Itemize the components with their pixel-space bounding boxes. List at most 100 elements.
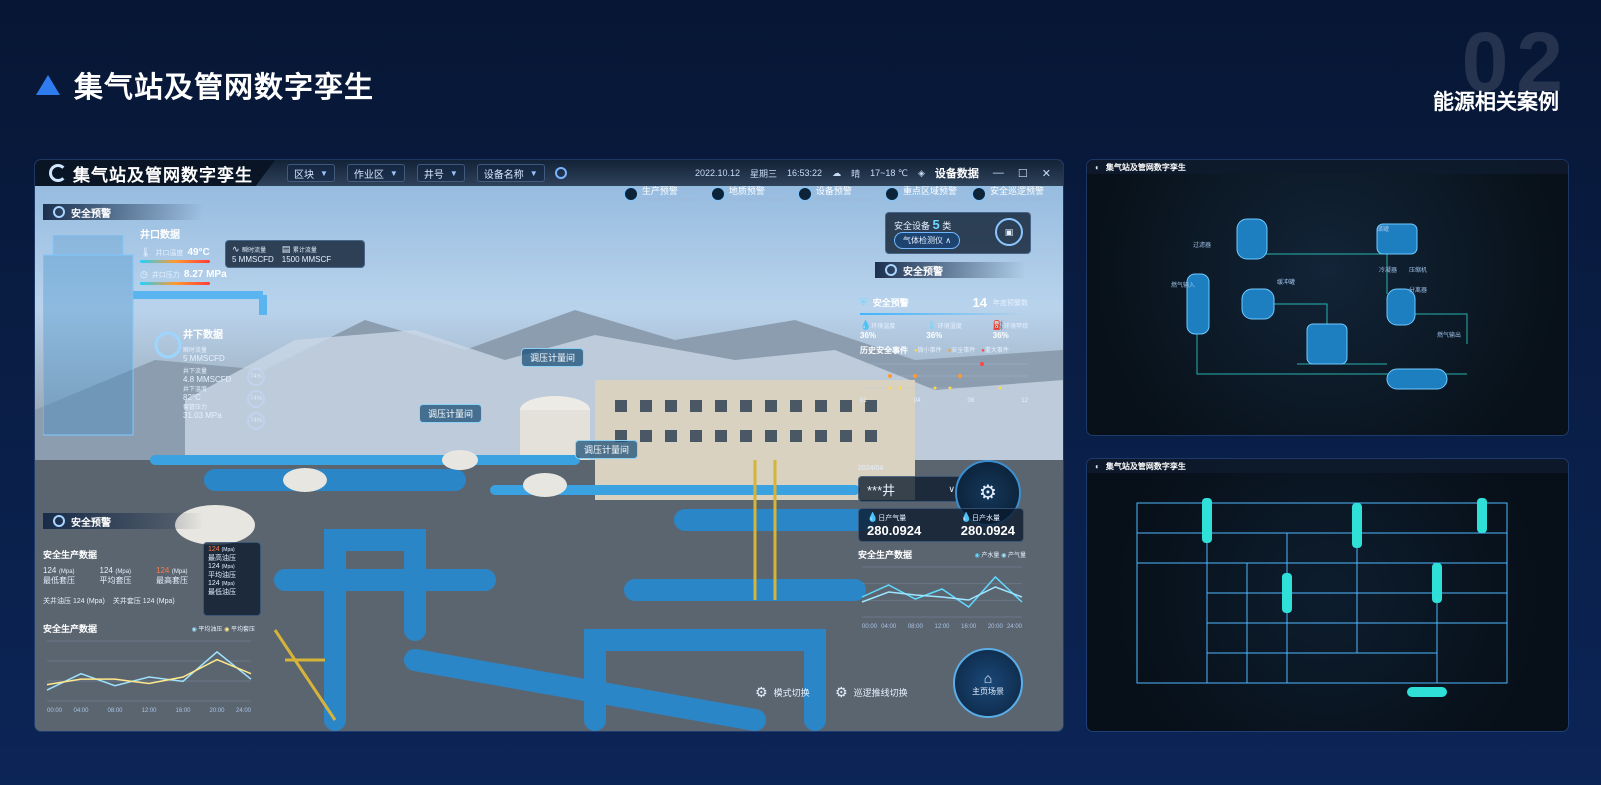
- slide-title-text: 集气站及管网数字孪生: [74, 72, 375, 104]
- button-label: 巡逻推线切换: [853, 688, 908, 698]
- env-label: 环境甲烷: [1003, 324, 1028, 330]
- gear-icon: [884, 186, 899, 201]
- history-timeline: [860, 362, 1028, 390]
- maximize-icon[interactable]: ☐: [1018, 167, 1028, 180]
- left-safety-header: 安全预警: [43, 204, 203, 220]
- legend-label: 平均套压: [230, 627, 255, 633]
- legend-label: 产水量: [981, 553, 1000, 559]
- device-ring-icon[interactable]: ▣: [995, 218, 1023, 246]
- pressure-label: 井口压力: [151, 271, 180, 279]
- history-header: 历史安全事件 ●微小事件 ●安全事件 ●重大事件: [860, 345, 1028, 356]
- mini-topbar: ◐ 集气站及管网数字孪生: [1087, 459, 1568, 473]
- wellhead-title: 井口数据: [140, 230, 180, 241]
- clock-icon: ◷: [140, 269, 148, 279]
- flow-label: 过滤器: [1193, 243, 1212, 249]
- flow-label: 储罐: [1377, 227, 1390, 233]
- mini-title: 集气站及管网数字孪生: [1105, 162, 1186, 172]
- prod-value: 124: [156, 566, 170, 575]
- mode-switch-button[interactable]: ⚙ 模式切换: [755, 684, 810, 701]
- app-topbar: 集气站及管网数字孪生 区块 ▼ 作业区 ▼ 井号 ▼ 设备名称 ▼ 2022.10.12…: [35, 160, 1063, 186]
- env-label: 环境温度: [871, 324, 896, 330]
- scene-tag[interactable]: 调压计量间: [575, 440, 639, 459]
- warning-sub: Production early warning: [902, 197, 958, 203]
- tick-label: 20:00: [988, 624, 1004, 630]
- locate-icon[interactable]: [554, 167, 567, 179]
- right-chart-header: 安全生产数据 ◉ 产水量 ◉ 产气量: [858, 548, 1026, 561]
- legend-dot-icon: ◉: [224, 627, 230, 633]
- filter-well-select[interactable]: 井号 ▼: [416, 164, 465, 182]
- minimize-icon[interactable]: —: [993, 167, 1004, 179]
- mini-topbar: ◐ 集气站及管网数字孪生: [1087, 160, 1568, 174]
- prod-value: 124: [43, 566, 57, 575]
- well-date: 2024/04: [858, 465, 884, 472]
- scene-tag[interactable]: 调压计量间: [521, 348, 585, 367]
- scene-tag[interactable]: 调压计量间: [419, 404, 483, 423]
- wave-icon: ∿: [232, 244, 240, 254]
- weather-icon: ☁: [832, 167, 842, 178]
- slide-title: 集气站及管网数字孪生: [36, 64, 374, 106]
- flow-label: 压缩机: [1409, 268, 1428, 274]
- weather-text: 晴: [851, 168, 861, 179]
- legend-label: 重大事件: [984, 348, 1009, 354]
- oil-item: 124 (Mpa) 平均油压: [208, 563, 256, 580]
- warning-patrol[interactable]: 安全巡逻预警 Production early warning: [971, 184, 1045, 203]
- prod-value: 280.0924: [867, 523, 922, 538]
- gauge-ring: 74%: [247, 412, 265, 430]
- gauge-ring: 74%: [247, 390, 265, 408]
- instant-flow: ∿ 瞬时流量 5 MMSCFD: [232, 244, 274, 264]
- daily-production: 💧日产气量 280.0924 💧日产水量 280.0924: [858, 508, 1024, 542]
- downhole-value: 4.8 MMSCFD: [183, 375, 232, 384]
- chevron-down-icon: ∨: [948, 483, 955, 494]
- tick-label: 12: [1021, 398, 1028, 404]
- prod-label: 最高套压: [156, 576, 188, 585]
- patrol-switch-button[interactable]: ⚙ 巡逻推线切换: [835, 684, 908, 701]
- tick-label: 08:00: [107, 708, 123, 714]
- prod-item: 124 (Mpa) 平均套压: [100, 565, 132, 586]
- flow-label: 缓冲罐: [1277, 280, 1296, 286]
- gear-icon: [971, 186, 986, 201]
- alert-count: 14: [972, 295, 987, 310]
- topbar-status: 2022.10.12 星期三 16:53:22 ☁ 晴 17~18 ℃ ◈ 设备…: [695, 165, 1063, 181]
- warning-label: 设备预警: [815, 186, 852, 196]
- warning-label: 生产预警: [641, 186, 678, 196]
- filter-block-select[interactable]: 区块 ▼: [287, 164, 335, 182]
- oil-pressure-list: 124 (Mpa) 最高油压 124 (Mpa) 平均油压 124 (Mpa) 最低油…: [203, 542, 261, 616]
- main-scene-button[interactable]: ⌂ 主页场景: [953, 648, 1023, 718]
- close-icon[interactable]: ✕: [1042, 167, 1051, 180]
- downhole-label: 瞬时流量: [183, 348, 208, 354]
- tick-label: 01: [860, 398, 867, 404]
- warning-sub: Production early warning: [641, 197, 697, 203]
- safety-icon: [53, 515, 65, 527]
- oil-item: 124 (Mpa) 最高油压: [208, 546, 256, 563]
- legend-item: ●重大事件: [981, 345, 1009, 356]
- warning-key-area[interactable]: 重点区域预警 Production early warning: [884, 184, 958, 203]
- filter-workarea-select[interactable]: 作业区 ▼: [346, 164, 405, 182]
- env-item: 🌡环境湿度 36%: [926, 320, 961, 340]
- chevron-up-icon: ∧: [945, 236, 952, 245]
- downhole-gauges: 74% 74% 74%: [247, 368, 265, 430]
- warning-geology[interactable]: 地质预警 Production early warning: [710, 184, 784, 203]
- chevron-down-icon: ▼: [389, 168, 398, 178]
- warning-equipment[interactable]: 设备预警 Production early warning: [797, 184, 871, 203]
- legend-label: 微小事件: [917, 348, 942, 354]
- device-data-button[interactable]: 设备数据: [935, 165, 979, 181]
- alert-unit: 年度预警数: [993, 299, 1028, 307]
- chart-legend: ◉ 平均油压 ◉ 平均套压: [191, 624, 255, 633]
- pipeline-network-thumbnail: ◐ 集气站及管网数字孪生: [1087, 459, 1568, 731]
- warning-production[interactable]: 生产预警 Production early warning: [623, 184, 697, 203]
- filter-device-select[interactable]: 设备名称 ▼: [476, 164, 545, 182]
- warning-sub: Production early warning: [815, 197, 871, 203]
- tick-label: 08:00: [908, 624, 924, 630]
- prod-label: 平均套压: [99, 576, 132, 585]
- shut-in-casing: 关井套压 124 (Mpa): [112, 598, 175, 605]
- oil-label: 最低油压: [208, 589, 236, 596]
- well-select[interactable]: ***井 ∨: [858, 476, 964, 502]
- gas-icon: ⛽: [992, 320, 1004, 330]
- temp-label: 井口温度: [155, 249, 184, 257]
- prod-values: 124 (Mpa) 最低套压 124 (Mpa) 平均套压 124 (Mpa) 最高套…: [43, 565, 188, 586]
- tick-label: 24:00: [236, 708, 252, 714]
- gas-detector-select[interactable]: 气体检测仪 ∧: [894, 232, 961, 249]
- tick-label: 04:00: [73, 708, 89, 714]
- temp-value: 49°C: [187, 247, 210, 258]
- app-title: 集气站及管网数字孪生: [73, 165, 253, 185]
